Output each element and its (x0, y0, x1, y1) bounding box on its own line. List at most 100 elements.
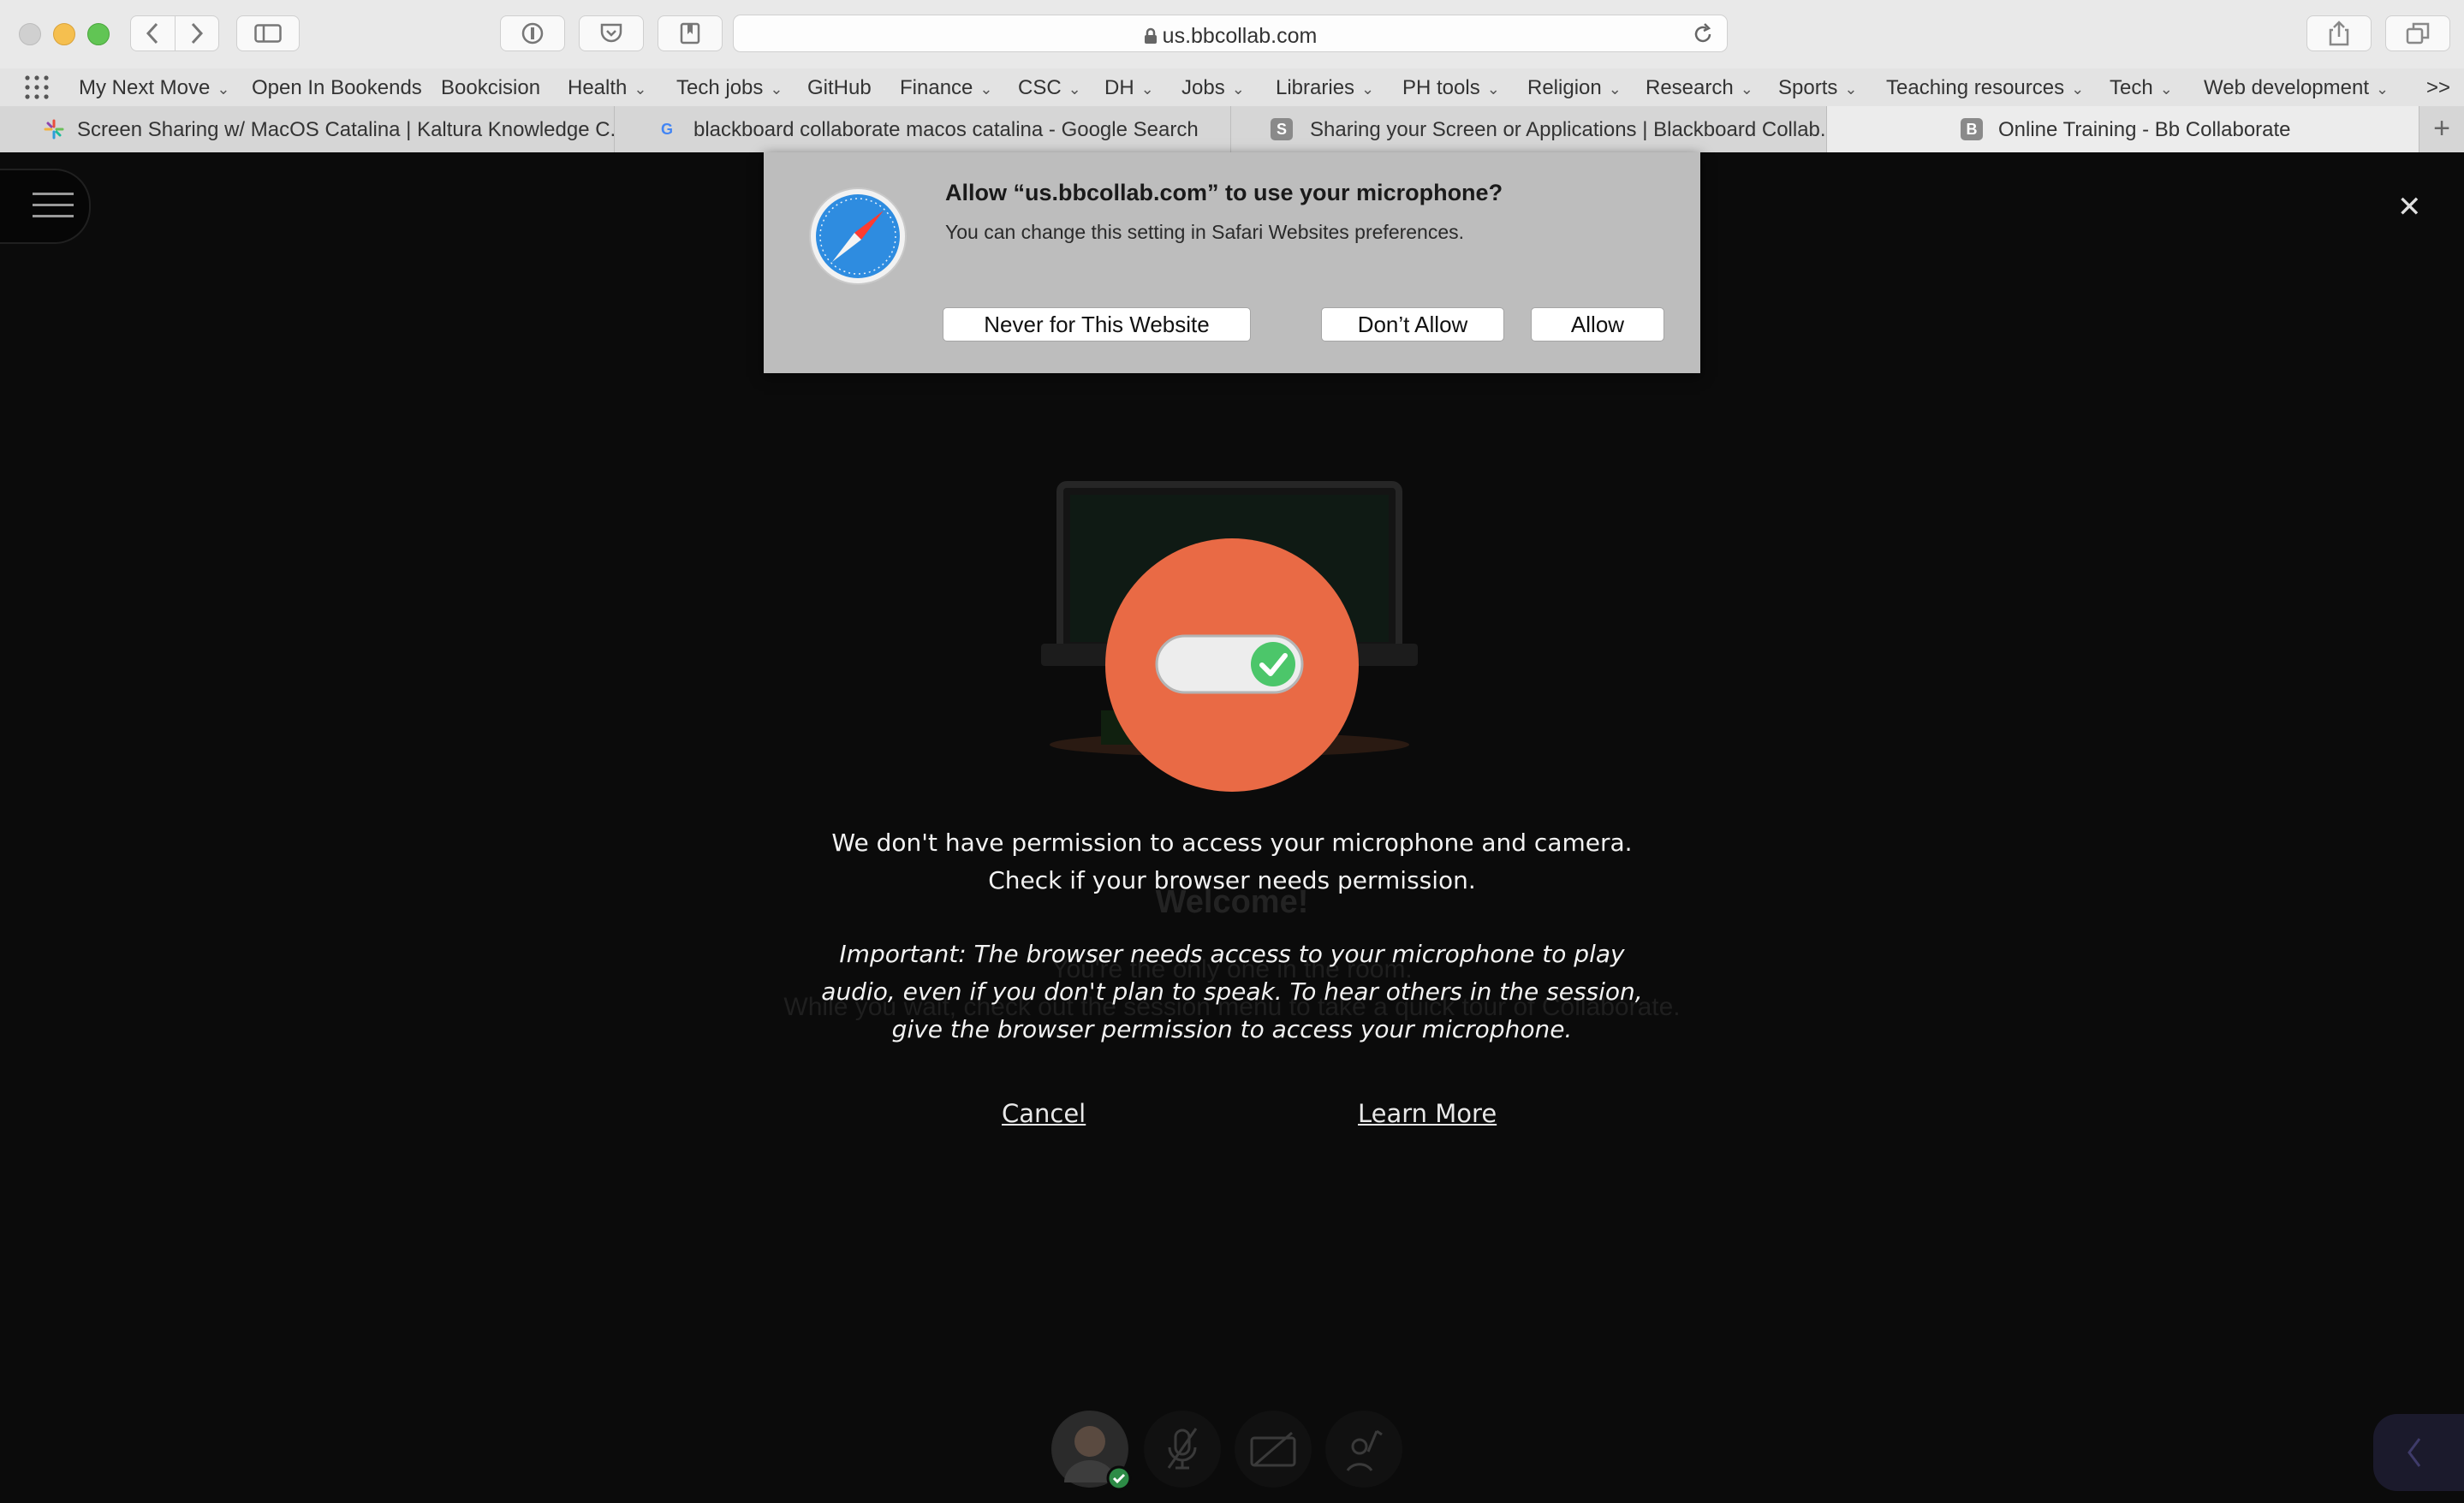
bookmark-research[interactable]: Research ⌄ (1646, 76, 1753, 100)
microphone-permission-dialog: Allow “us.bbcollab.com” to use your micr… (764, 152, 1700, 373)
tab-label: blackboard collaborate macos catalina - … (693, 118, 1199, 141)
chevron-down-icon: ⌄ (1231, 80, 1245, 98)
camera-off-icon (1250, 1431, 1296, 1467)
bookmark-my-next-move[interactable]: My Next Move ⌄ (79, 76, 229, 100)
chevron-right-icon (191, 22, 203, 45)
chevron-down-icon: ⌄ (770, 80, 783, 98)
chevron-left-icon (146, 22, 158, 45)
chevron-down-icon: ⌄ (1740, 80, 1753, 98)
window-minimize-button[interactable] (53, 23, 75, 45)
bookmark-sports[interactable]: Sports ⌄ (1778, 76, 1857, 100)
apps-grid-icon[interactable] (24, 74, 50, 100)
chevron-down-icon: ⌄ (217, 80, 230, 98)
hamburger-icon (33, 193, 74, 195)
google-icon: G (660, 121, 673, 138)
raise-hand-button[interactable] (1325, 1411, 1402, 1488)
dialog-subtitle: You can change this setting in Safari We… (945, 221, 1465, 243)
bookmark-teaching-resources[interactable]: Teaching resources ⌄ (1886, 76, 2084, 100)
bookmark-extension-button[interactable] (658, 15, 723, 51)
bookmark-open-in-bookends[interactable]: Open In Bookends (252, 76, 422, 100)
bookmark-dh[interactable]: DH ⌄ (1104, 76, 1154, 100)
collaborate-panel-toggle[interactable] (2373, 1414, 2464, 1491)
forward-button[interactable] (175, 22, 218, 45)
chevron-down-icon: ⌄ (2071, 80, 2085, 98)
tab-blackboard-help[interactable]: S Sharing your Screen or Applications | … (1231, 106, 1827, 152)
tab-label: Screen Sharing w/ MacOS Catalina | Kaltu… (77, 118, 615, 141)
bookmark-jobs[interactable]: Jobs ⌄ (1181, 76, 1245, 100)
sidebar-button[interactable] (236, 15, 300, 51)
s-favicon-icon: S (1271, 118, 1293, 140)
bookmark-tech-jobs[interactable]: Tech jobs ⌄ (676, 76, 783, 100)
chevron-down-icon: ⌄ (1068, 80, 1081, 98)
back-forward-buttons (130, 15, 219, 51)
chevron-down-icon: ⌄ (634, 80, 647, 98)
share-icon (2329, 21, 2349, 46)
password-extension-button[interactable] (500, 15, 565, 51)
chevron-left-icon (2407, 1438, 2421, 1467)
tab-label: Online Training - Bb Collaborate (1998, 118, 2291, 141)
sidebar-icon (254, 24, 282, 43)
chevron-down-icon: ⌄ (2159, 80, 2173, 98)
bookmark-web-development[interactable]: Web development ⌄ (2204, 76, 2389, 100)
microphone-muted-icon (1167, 1428, 1198, 1470)
bookmark-csc[interactable]: CSC ⌄ (1018, 76, 1081, 100)
kaltura-icon (44, 119, 64, 140)
close-icon[interactable]: ✕ (2397, 190, 2422, 224)
bookmarks-bar: My Next Move ⌄ Open In Bookends Bookcisio… (0, 68, 2464, 107)
bookmark-github[interactable]: GitHub (807, 76, 872, 100)
cancel-link[interactable]: Cancel (1002, 1099, 1086, 1128)
important-line-1: Important: The browser needs access to y… (839, 940, 1625, 968)
microphone-button[interactable] (1144, 1411, 1221, 1488)
share-button[interactable] (2306, 15, 2372, 51)
bookmark-health[interactable]: Health ⌄ (568, 76, 646, 100)
bookmark-icon (680, 22, 700, 45)
window-zoom-button[interactable] (87, 23, 110, 45)
never-for-this-website-button[interactable]: Never for This Website (943, 307, 1251, 342)
back-button[interactable] (131, 22, 175, 45)
dont-allow-button[interactable]: Don’t Allow (1321, 307, 1504, 342)
chevron-down-icon: ⌄ (1844, 80, 1858, 98)
tab-online-training[interactable]: B Online Training - Bb Collaborate (1827, 106, 2419, 152)
window-close-button[interactable] (19, 23, 41, 45)
tab-overview-icon (2406, 22, 2430, 45)
bookmark-ph-tools[interactable]: PH tools ⌄ (1402, 76, 1500, 100)
permission-message-line-1: We don't have permission to access your … (831, 829, 1633, 857)
chevron-down-icon: ⌄ (979, 80, 993, 98)
safari-compass-icon (809, 187, 907, 285)
address-bar[interactable]: us.bbcollab.com (733, 15, 1728, 52)
bookmark-religion[interactable]: Religion ⌄ (1527, 76, 1622, 100)
dialog-title: Allow “us.bbcollab.com” to use your micr… (945, 180, 1503, 205)
bookmark-bookcision[interactable]: Bookcision (441, 76, 540, 100)
chevron-down-icon: ⌄ (1608, 80, 1622, 98)
camera-button[interactable] (1235, 1411, 1312, 1488)
avatar[interactable] (1051, 1411, 1132, 1491)
bookmark-libraries[interactable]: Libraries ⌄ (1276, 76, 1374, 100)
tab-bar: Screen Sharing w/ MacOS Catalina | Kaltu… (0, 106, 2464, 153)
bookmark-tech[interactable]: Tech ⌄ (2110, 76, 2173, 100)
allow-button[interactable]: Allow (1531, 307, 1664, 342)
chevron-down-icon: ⌄ (1486, 80, 1500, 98)
chevron-down-icon: ⌄ (2376, 80, 2390, 98)
url-label: us.bbcollab.com (1162, 24, 1318, 48)
pocket-icon (600, 23, 622, 43)
important-line-3: give the browser permission to access yo… (891, 1015, 1573, 1043)
tab-google-search[interactable]: G blackboard collaborate macos catalina … (615, 106, 1231, 152)
bookmark-finance[interactable]: Finance ⌄ (900, 76, 992, 100)
reload-icon[interactable] (1691, 22, 1715, 46)
lock-icon (1144, 27, 1157, 44)
new-tab-button[interactable]: + (2419, 106, 2464, 152)
raise-hand-icon (1346, 1429, 1383, 1471)
tab-kaltura[interactable]: Screen Sharing w/ MacOS Catalina | Kaltu… (0, 106, 615, 152)
browser-toolbar: us.bbcollab.com (0, 0, 2464, 69)
chevron-down-icon: ⌄ (1361, 80, 1375, 98)
session-menu-button[interactable] (0, 169, 91, 244)
learn-more-link[interactable]: Learn More (1358, 1099, 1497, 1128)
tab-overview-button[interactable] (2385, 15, 2450, 51)
password-manager-icon (521, 22, 544, 45)
status-check-icon (1106, 1465, 1132, 1491)
bookmarks-overflow-button[interactable]: >> (2426, 76, 2450, 100)
important-line-2: audio, even if you don't plan to speak. … (821, 977, 1643, 1006)
permission-toggle-illustration (1105, 538, 1359, 792)
pocket-button[interactable] (579, 15, 644, 51)
b-favicon-icon: B (1961, 118, 1983, 140)
